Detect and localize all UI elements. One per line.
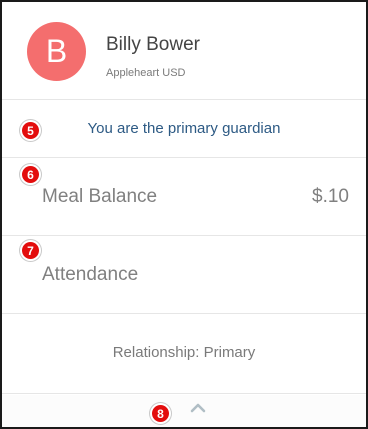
divider [2, 235, 366, 236]
chevron-up-icon[interactable] [189, 402, 207, 414]
avatar-letter: B [45, 33, 68, 69]
student-header[interactable]: B Billy Bower Appleheart USD [2, 2, 366, 98]
district-name: Appleheart USD [106, 67, 186, 79]
avatar: B [27, 22, 86, 81]
divider [2, 157, 366, 158]
divider [2, 99, 366, 100]
student-card: B Billy Bower Appleheart USD You are the… [0, 0, 368, 429]
meal-balance-label: Meal Balance [42, 186, 158, 207]
relationship-text: Relationship: Primary [112, 344, 256, 361]
step-marker-8: 8 [152, 405, 169, 422]
attendance-label: Attendance [42, 264, 139, 285]
step-marker-6: 6 [22, 166, 39, 183]
step-marker-5: 5 [22, 122, 39, 139]
divider [2, 313, 366, 314]
student-name: Billy Bower [106, 34, 200, 55]
divider [2, 393, 366, 394]
step-marker-7: 7 [22, 242, 39, 259]
primary-guardian-note: You are the primary guardian [87, 120, 281, 137]
meal-balance-value: $.10 [312, 186, 349, 207]
collapse-strip[interactable] [2, 395, 366, 427]
